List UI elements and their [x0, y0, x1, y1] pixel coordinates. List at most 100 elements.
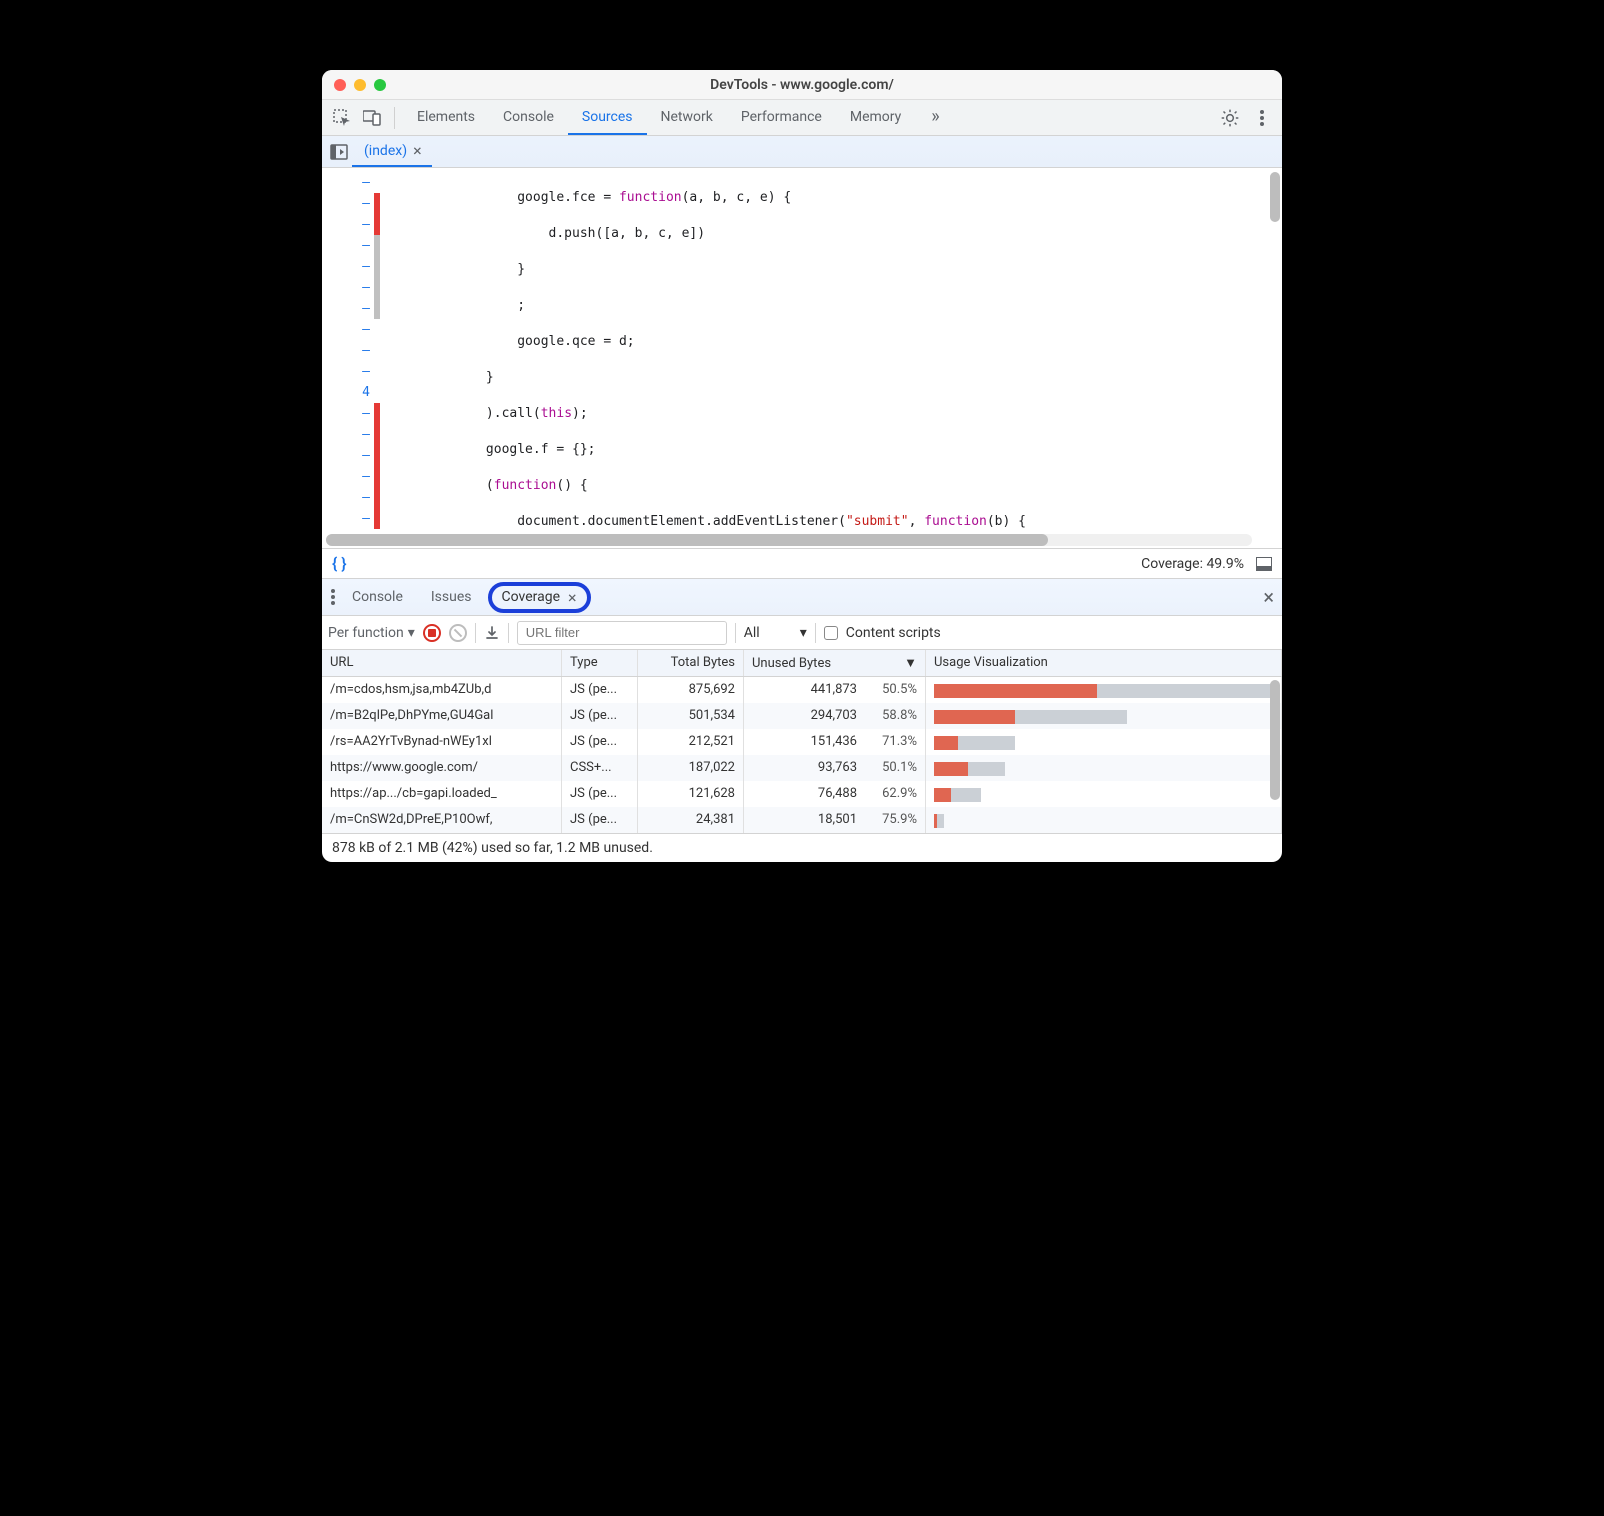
cell-url: /m=cdos,hsm,jsa,mb4ZUb,d: [322, 677, 562, 703]
coverage-percent-label: Coverage: 49.9%: [1141, 556, 1244, 572]
cell-url: /rs=AA2YrTvBynad-nWEy1xl: [322, 729, 562, 755]
drawer-tab-bar: Console Issues Coverage × ×: [322, 578, 1282, 616]
coverage-table: URL Type Total Bytes Unused Bytes ▼ Usag…: [322, 650, 1282, 862]
cell-viz: [926, 703, 1282, 729]
cell-total: 875,692: [638, 677, 744, 703]
cell-unused: 18,50175.9%: [744, 807, 926, 833]
cell-unused: 151,43671.3%: [744, 729, 926, 755]
drawer-tab-console[interactable]: Console: [340, 579, 415, 615]
pretty-print-icon[interactable]: { }: [332, 554, 347, 573]
show-navigator-icon[interactable]: [326, 139, 352, 165]
chevron-down-icon: ▾: [408, 625, 415, 641]
col-type[interactable]: Type: [562, 650, 638, 676]
coverage-row[interactable]: https://www.google.com/CSS+...187,02293,…: [322, 755, 1282, 781]
coverage-row[interactable]: /rs=AA2YrTvBynad-nWEy1xlJS (pe...212,521…: [322, 729, 1282, 755]
gutter-line: –: [322, 319, 384, 340]
cell-viz: [926, 807, 1282, 833]
chevron-down-icon: ▾: [800, 625, 807, 641]
gutter-line: 4: [322, 382, 384, 403]
cell-type: CSS+...: [562, 755, 638, 781]
col-url[interactable]: URL: [322, 650, 562, 676]
col-viz[interactable]: Usage Visualization: [926, 650, 1282, 676]
main-tab-elements[interactable]: Elements: [403, 100, 489, 135]
coverage-summary: 878 kB of 2.1 MB (42%) used so far, 1.2 …: [322, 833, 1282, 862]
gutter-line: –: [322, 172, 384, 193]
separator: [508, 623, 509, 643]
gutter-line: –: [322, 466, 384, 487]
cell-total: 212,521: [638, 729, 744, 755]
source-editor: ––––––––––4–––––– google.fce = function(…: [322, 168, 1282, 548]
titlebar: DevTools - www.google.com/: [322, 70, 1282, 100]
cell-total: 187,022: [638, 755, 744, 781]
source-status-bar: { } Coverage: 49.9%: [322, 548, 1282, 578]
cell-viz: [926, 781, 1282, 807]
col-total[interactable]: Total Bytes: [638, 650, 744, 676]
separator: [735, 623, 736, 643]
cell-type: JS (pe...: [562, 807, 638, 833]
url-filter-input[interactable]: [517, 621, 727, 645]
main-tab-network[interactable]: Network: [647, 100, 727, 135]
cell-url: /m=CnSW2d,DPreE,P10Owf,: [322, 807, 562, 833]
gutter-line: –: [322, 361, 384, 382]
content-scripts-checkbox[interactable]: [824, 626, 838, 640]
type-filter-select[interactable]: All ▾: [744, 625, 807, 641]
coverage-mode-select[interactable]: Per function ▾: [328, 625, 415, 641]
main-tab-console[interactable]: Console: [489, 100, 568, 135]
file-tab-label: (index): [364, 143, 407, 159]
cell-total: 121,628: [638, 781, 744, 807]
close-drawer-icon[interactable]: ×: [1263, 585, 1274, 609]
coverage-row[interactable]: https://ap.../cb=gapi.loaded_JS (pe...12…: [322, 781, 1282, 807]
gutter-line: –: [322, 424, 384, 445]
col-unused[interactable]: Unused Bytes ▼: [744, 650, 926, 676]
export-icon[interactable]: [484, 625, 500, 641]
gutter-line: –: [322, 214, 384, 235]
gutter-line: –: [322, 235, 384, 256]
cell-unused: 76,48862.9%: [744, 781, 926, 807]
cell-type: JS (pe...: [562, 729, 638, 755]
file-tab-index[interactable]: (index) ×: [352, 136, 432, 167]
gutter-line: –: [322, 256, 384, 277]
gutter-line: –: [322, 445, 384, 466]
drawer-more-icon[interactable]: [330, 588, 336, 606]
coverage-row[interactable]: /m=cdos,hsm,jsa,mb4ZUb,dJS (pe...875,692…: [322, 677, 1282, 703]
gutter: ––––––––––4––––––: [322, 168, 384, 548]
cell-url: /m=B2qlPe,DhPYme,GU4Gal: [322, 703, 562, 729]
clear-button[interactable]: [449, 624, 467, 642]
main-tab-bar: ElementsConsoleSourcesNetworkPerformance…: [322, 100, 1282, 136]
gutter-line: –: [322, 403, 384, 424]
cell-type: JS (pe...: [562, 677, 638, 703]
more-menu-icon[interactable]: [1248, 104, 1276, 132]
coverage-table-header: URL Type Total Bytes Unused Bytes ▼ Usag…: [322, 650, 1282, 677]
vertical-scrollbar[interactable]: [1270, 172, 1280, 222]
cell-type: JS (pe...: [562, 703, 638, 729]
coverage-row[interactable]: /m=B2qlPe,DhPYme,GU4GalJS (pe...501,5342…: [322, 703, 1282, 729]
separator: [394, 107, 395, 129]
coverage-table-body: /m=cdos,hsm,jsa,mb4ZUb,dJS (pe...875,692…: [322, 677, 1282, 833]
drawer-tab-issues[interactable]: Issues: [419, 579, 484, 615]
cell-viz: [926, 755, 1282, 781]
gutter-line: –: [322, 340, 384, 361]
record-button[interactable]: [423, 624, 441, 642]
device-toolbar-icon[interactable]: [358, 104, 386, 132]
inspect-element-icon[interactable]: [328, 104, 356, 132]
close-file-tab-icon[interactable]: ×: [413, 141, 422, 160]
separator: [815, 623, 816, 643]
coverage-row[interactable]: /m=CnSW2d,DPreE,P10Owf,JS (pe...24,38118…: [322, 807, 1282, 833]
cell-url: https://www.google.com/: [322, 755, 562, 781]
horizontal-scrollbar[interactable]: [326, 534, 1252, 546]
gutter-line: –: [322, 508, 384, 529]
cell-url: https://ap.../cb=gapi.loaded_: [322, 781, 562, 807]
drawer-tab-coverage[interactable]: Coverage ×: [488, 582, 591, 613]
cell-unused: 93,76350.1%: [744, 755, 926, 781]
overflow-tabs-button[interactable]: »: [917, 106, 953, 129]
settings-icon[interactable]: [1216, 104, 1244, 132]
close-coverage-tab-icon[interactable]: ×: [568, 588, 577, 607]
main-tab-sources[interactable]: Sources: [568, 100, 647, 135]
toggle-detail-icon[interactable]: [1256, 557, 1272, 571]
main-tab-performance[interactable]: Performance: [727, 100, 836, 135]
cell-viz: [926, 729, 1282, 755]
code-area[interactable]: google.fce = function(a, b, c, e) { d.pu…: [384, 168, 1282, 548]
file-tab-bar: (index) ×: [322, 136, 1282, 168]
coverage-scrollbar[interactable]: [1270, 680, 1280, 800]
main-tab-memory[interactable]: Memory: [836, 100, 915, 135]
